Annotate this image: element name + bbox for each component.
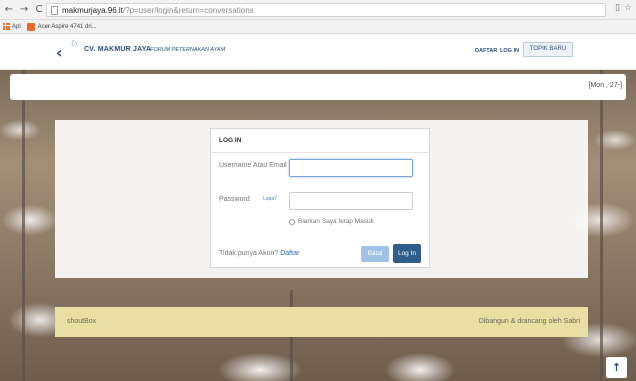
current-date-text: [Mon , 27-] xyxy=(588,82,622,89)
footer-bar: shoutBox Dibangun & drancang oleh Sabri xyxy=(55,307,588,337)
bookmark-acer[interactable]: Acer Aspire 4741 dri... xyxy=(26,22,97,31)
no-account-text: Tidak punya Akun? xyxy=(219,250,279,257)
back-chevron-icon[interactable]: ‹ xyxy=(56,43,63,62)
login-card: LOG IN Username Atau Email Password Lupa… xyxy=(210,128,430,268)
remember-me[interactable]: Biarkan Saya tetap Masuk xyxy=(289,218,374,225)
back-arrow-icon[interactable]: ← xyxy=(3,4,15,16)
scroll-to-top-button[interactable]: ↑ xyxy=(606,357,627,378)
page-icon xyxy=(51,5,58,15)
username-label: Username Atau Email xyxy=(219,162,287,169)
site-header: ‹ ♘ CV. MAKMUR JAYA FORUM PETERNAKAN AYA… xyxy=(0,34,636,70)
signup-link[interactable]: Daftar xyxy=(280,250,299,257)
bookmark-apps-label: Apl xyxy=(12,23,21,30)
remember-label: Biarkan Saya tetap Masuk xyxy=(298,218,374,225)
address-bar[interactable]: makmurjaya.96.lt /?p=user/login&return=c… xyxy=(46,3,606,17)
bookmarks-bar: Apl Acer Aspire 4741 dri... xyxy=(0,20,636,34)
reload-icon[interactable]: C xyxy=(33,4,45,16)
signup-prompt: Tidak punya Akun? Daftar xyxy=(219,250,299,257)
shoutbox-link[interactable]: shoutBox xyxy=(67,318,96,325)
url-path: /?p=user/login&return=conversations xyxy=(122,5,254,15)
forward-arrow-icon[interactable]: → xyxy=(18,4,30,16)
acer-icon xyxy=(26,22,35,31)
login-heading: LOG IN xyxy=(211,129,429,153)
nav-daftar-link[interactable]: DAFTAR xyxy=(475,48,497,54)
browser-toolbar: ← → C makmurjaya.96.lt /?p=user/login&re… xyxy=(0,0,636,20)
page-action-icon[interactable]: ▯ xyxy=(615,3,620,13)
time-bar: [Mon , 27-] xyxy=(10,74,626,100)
new-topic-button[interactable]: TOPIK BARU xyxy=(523,42,573,57)
footer-credit: Dibangun & drancang oleh Sabri xyxy=(478,318,580,325)
bookmark-acer-label: Acer Aspire 4741 dri... xyxy=(37,23,97,30)
remember-checkbox[interactable] xyxy=(289,218,295,225)
login-button[interactable]: Log In xyxy=(393,244,421,263)
password-label: Password xyxy=(219,196,250,203)
brand-tagline: FORUM PETERNAKAN AYAM xyxy=(150,47,226,53)
cancel-button[interactable]: Batal xyxy=(361,246,389,262)
nav-login-link[interactable]: LOG IN xyxy=(500,48,519,54)
chicken-logo-icon: ♘ xyxy=(70,39,79,50)
bookmark-apps[interactable]: Apl xyxy=(3,23,21,30)
brand-name[interactable]: CV. MAKMUR JAYA xyxy=(84,46,151,53)
password-input[interactable] xyxy=(289,192,413,210)
apps-grid-icon xyxy=(3,23,10,30)
browser-actions: ▯ ☆ xyxy=(615,3,632,13)
url-host: makmurjaya.96.lt xyxy=(62,5,123,15)
star-icon[interactable]: ☆ xyxy=(624,3,632,13)
username-input[interactable] xyxy=(289,159,413,177)
forgot-password-link[interactable]: Lupa? xyxy=(263,196,277,202)
